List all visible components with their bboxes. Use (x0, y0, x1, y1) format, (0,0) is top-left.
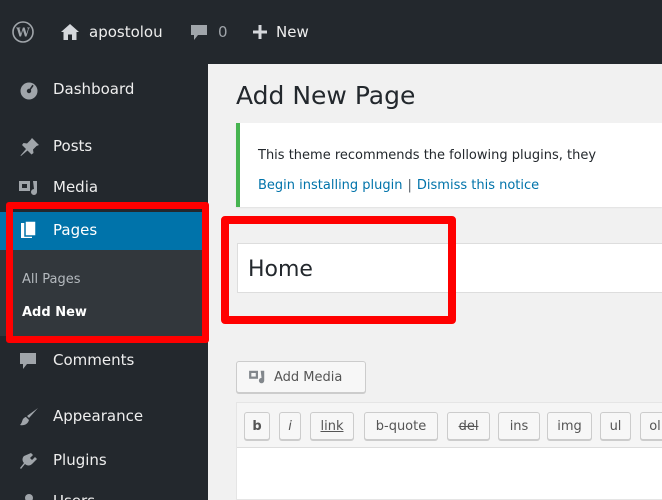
comments-link[interactable]: 0 (190, 0, 228, 64)
notice-text: This theme recommends the following plug… (258, 148, 597, 163)
pin-icon (20, 138, 39, 156)
sidebar-item-label: Dashboard (53, 80, 135, 98)
plus-icon (253, 25, 267, 39)
sidebar-item-plugins[interactable]: Plugins (0, 443, 208, 479)
begin-installing-plugin-link[interactable]: Begin installing plugin (258, 178, 403, 193)
image-button[interactable]: img (547, 412, 592, 440)
plug-icon (20, 453, 37, 469)
brush-icon (20, 408, 38, 426)
sidebar-item-dashboard[interactable]: Dashboard (0, 72, 208, 108)
admin-bar: W apostolou 0 New (0, 0, 662, 64)
dismiss-notice-link[interactable]: Dismiss this notice (417, 178, 539, 193)
sidebar-item-label: Comments (53, 351, 135, 369)
quicktags-toolbar: b i link b-quote del ins img ul ol (237, 403, 662, 448)
new-content-button[interactable]: New (252, 0, 309, 64)
sidebar-item-label: Appearance (53, 407, 144, 425)
notice-links: Begin installing plugin | Dismiss this not… (258, 178, 539, 193)
blockquote-button[interactable]: b-quote (364, 412, 438, 440)
sidebar-item-posts[interactable]: Posts (0, 129, 208, 165)
insert-text-button[interactable]: ins (498, 412, 540, 440)
sidebar-item-media[interactable]: Media (0, 170, 208, 206)
wordpress-logo-icon: W (12, 21, 34, 43)
comments-count: 0 (218, 23, 228, 41)
add-media-label: Add Media (274, 369, 343, 385)
users-icon (25, 494, 33, 500)
media-icon (19, 181, 37, 195)
page-title: Add New Page (236, 81, 416, 110)
italic-button[interactable]: i (279, 412, 301, 440)
unordered-list-button[interactable]: ul (600, 412, 631, 440)
home-icon (61, 24, 79, 40)
comment-icon (20, 353, 36, 369)
comment-bubble-icon (191, 24, 207, 40)
sidebar-item-label: Plugins (53, 451, 107, 469)
title-field-highlight (221, 216, 456, 324)
delete-text-button[interactable]: del (447, 412, 490, 440)
svg-text:W: W (15, 26, 30, 40)
notice-link-separator: | (407, 178, 412, 193)
wordpress-logo-button[interactable]: W (12, 0, 34, 64)
link-button[interactable]: link (310, 412, 354, 440)
ordered-list-button[interactable]: ol (640, 412, 662, 440)
site-name-link[interactable]: apostolou (60, 0, 163, 64)
new-label: New (276, 23, 309, 41)
sidebar-item-label: Users (53, 492, 95, 500)
sidebar-item-label: Media (53, 178, 99, 196)
bold-button[interactable]: b (244, 412, 270, 440)
sidebar-item-appearance[interactable]: Appearance (0, 399, 208, 435)
add-media-icon (249, 370, 265, 384)
content-editor[interactable]: b i link b-quote del ins img ul ol (236, 402, 662, 500)
sidebar-item-comments[interactable]: Comments (0, 343, 208, 379)
plugin-recommendation-notice: This theme recommends the following plug… (236, 123, 662, 207)
site-name: apostolou (89, 23, 163, 41)
sidebar-item-users[interactable]: Users (0, 484, 208, 500)
add-media-button[interactable]: Add Media (236, 361, 366, 393)
sidebar-item-label: Posts (53, 137, 93, 155)
pages-menu-highlight (6, 202, 209, 343)
dashboard-icon (20, 82, 38, 100)
